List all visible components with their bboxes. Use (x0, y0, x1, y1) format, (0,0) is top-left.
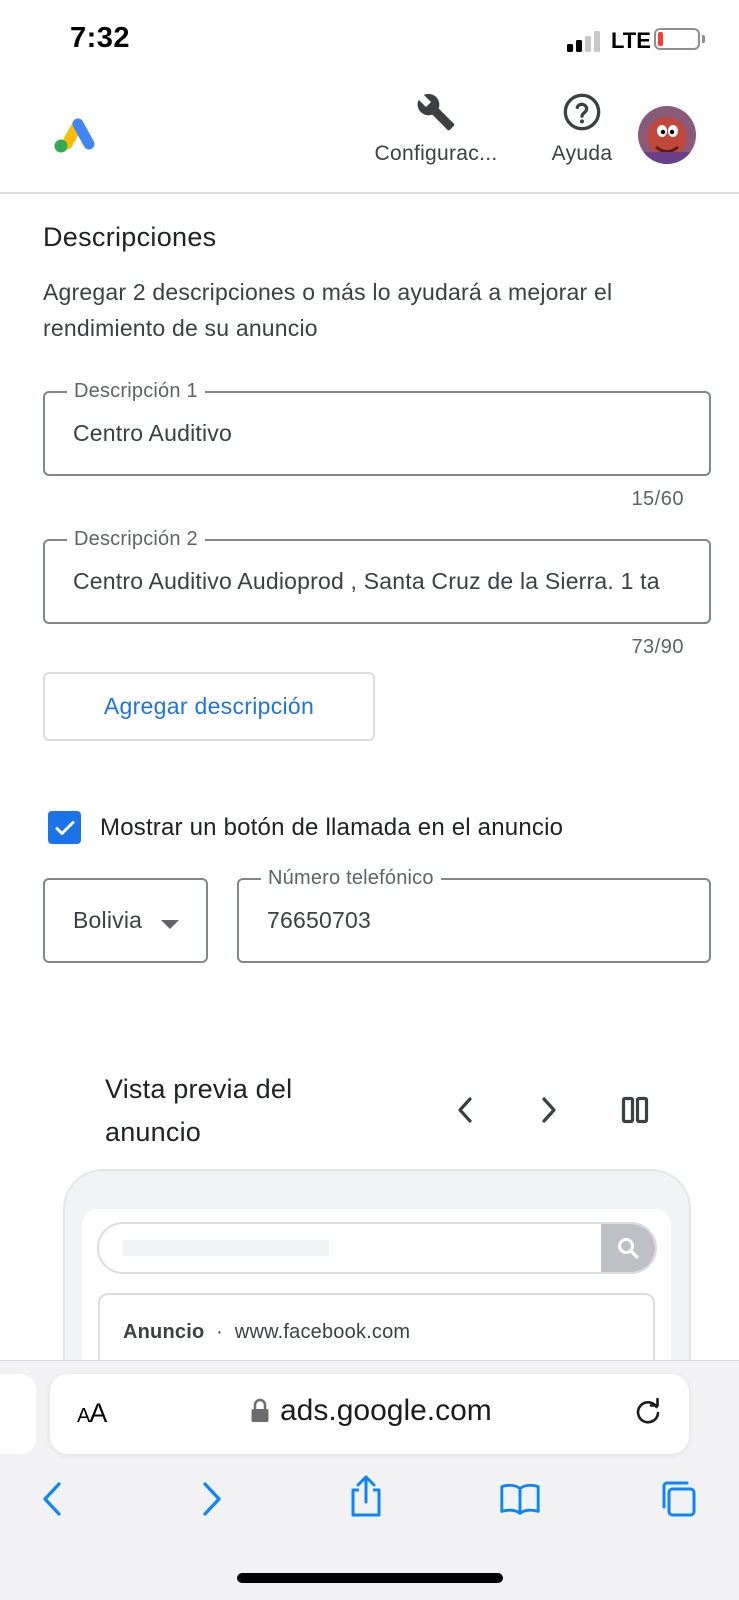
mock-search-icon (601, 1224, 655, 1272)
help-circle-icon (544, 90, 620, 134)
checkmark-icon (55, 820, 74, 835)
back-icon (43, 1482, 61, 1516)
description-2-field[interactable]: Descripción 2 Centro Auditivo Audioprod … (43, 528, 711, 624)
call-button-label[interactable]: Mostrar un botón de llamada en el anunci… (100, 811, 563, 844)
lock-icon (251, 1398, 269, 1422)
battery-tip (702, 35, 705, 43)
description-2-input[interactable]: Centro Auditivo Audioprod , Santa Cruz d… (73, 541, 683, 622)
ad-separator: · (216, 1321, 224, 1343)
country-select[interactable]: Bolivia (43, 878, 208, 963)
preview-layout-button[interactable] (617, 1090, 653, 1130)
home-indicator (237, 1573, 503, 1583)
status-bar: 7:32 LTE (0, 0, 739, 78)
bookmarks-button[interactable] (498, 1477, 542, 1521)
chevron-right-icon (542, 1097, 556, 1123)
back-button[interactable] (30, 1477, 74, 1521)
phone-number-input[interactable]: 76650703 (267, 880, 683, 961)
mock-search-placeholder (123, 1240, 329, 1256)
share-icon (351, 1475, 381, 1517)
forward-icon (203, 1482, 221, 1516)
settings-button[interactable]: Configurac... (373, 90, 499, 166)
status-time: 7:32 (70, 22, 131, 54)
ad-display-url: www.facebook.com (234, 1321, 411, 1343)
mock-ad-line: Anuncio · www.facebook.com (123, 1321, 410, 1344)
network-type: LTE (611, 28, 651, 53)
description-2-counter: 73/90 (631, 636, 684, 658)
ad-badge: Anuncio (123, 1321, 205, 1343)
wrench-icon (373, 90, 499, 134)
reload-icon[interactable] (632, 1396, 664, 1433)
google-ads-logo-icon[interactable] (50, 114, 96, 156)
phone-number-field[interactable]: Número telefónico 76650703 (237, 867, 711, 963)
mock-search-bar (97, 1222, 657, 1274)
dropdown-arrow-icon (161, 920, 179, 929)
add-description-button[interactable]: Agregar descripción (43, 672, 375, 741)
app-header: Configurac... Ayuda (0, 78, 739, 194)
columns-icon (621, 1096, 649, 1124)
previous-tab-pill[interactable] (0, 1374, 36, 1454)
descriptions-title: Descripciones (43, 222, 217, 252)
preview-prev-button[interactable] (450, 1090, 480, 1130)
settings-label: Configurac... (374, 142, 498, 165)
tabs-button[interactable] (655, 1477, 699, 1521)
address-bar[interactable]: AA ads.google.com (50, 1374, 689, 1454)
signal-icon (567, 30, 603, 52)
ad-preview-title: Vista previa del anuncio (105, 1074, 293, 1147)
url-display[interactable]: ads.google.com (250, 1394, 492, 1428)
bookmarks-icon (500, 1483, 540, 1515)
call-button-checkbox[interactable] (48, 811, 81, 844)
user-avatar-icon[interactable] (638, 106, 696, 164)
forward-button[interactable] (190, 1477, 234, 1521)
chevron-left-icon (458, 1097, 472, 1123)
description-1-counter: 15/60 (631, 488, 684, 510)
descriptions-subtitle: Agregar 2 descripciones o más lo ayudará… (43, 279, 613, 341)
reader-aa-button[interactable]: AA (77, 1398, 107, 1429)
description-1-input[interactable]: Centro Auditivo (73, 393, 683, 474)
country-value: Bolivia (73, 907, 143, 933)
battery-icon (654, 28, 700, 50)
share-button[interactable] (344, 1474, 388, 1518)
help-label: Ayuda (551, 142, 613, 165)
preview-next-button[interactable] (534, 1090, 564, 1130)
description-1-field[interactable]: Descripción 1 Centro Auditivo (43, 380, 711, 476)
tabs-icon (662, 1481, 696, 1517)
url-text: ads.google.com (280, 1394, 492, 1427)
help-button[interactable]: Ayuda (544, 90, 620, 166)
